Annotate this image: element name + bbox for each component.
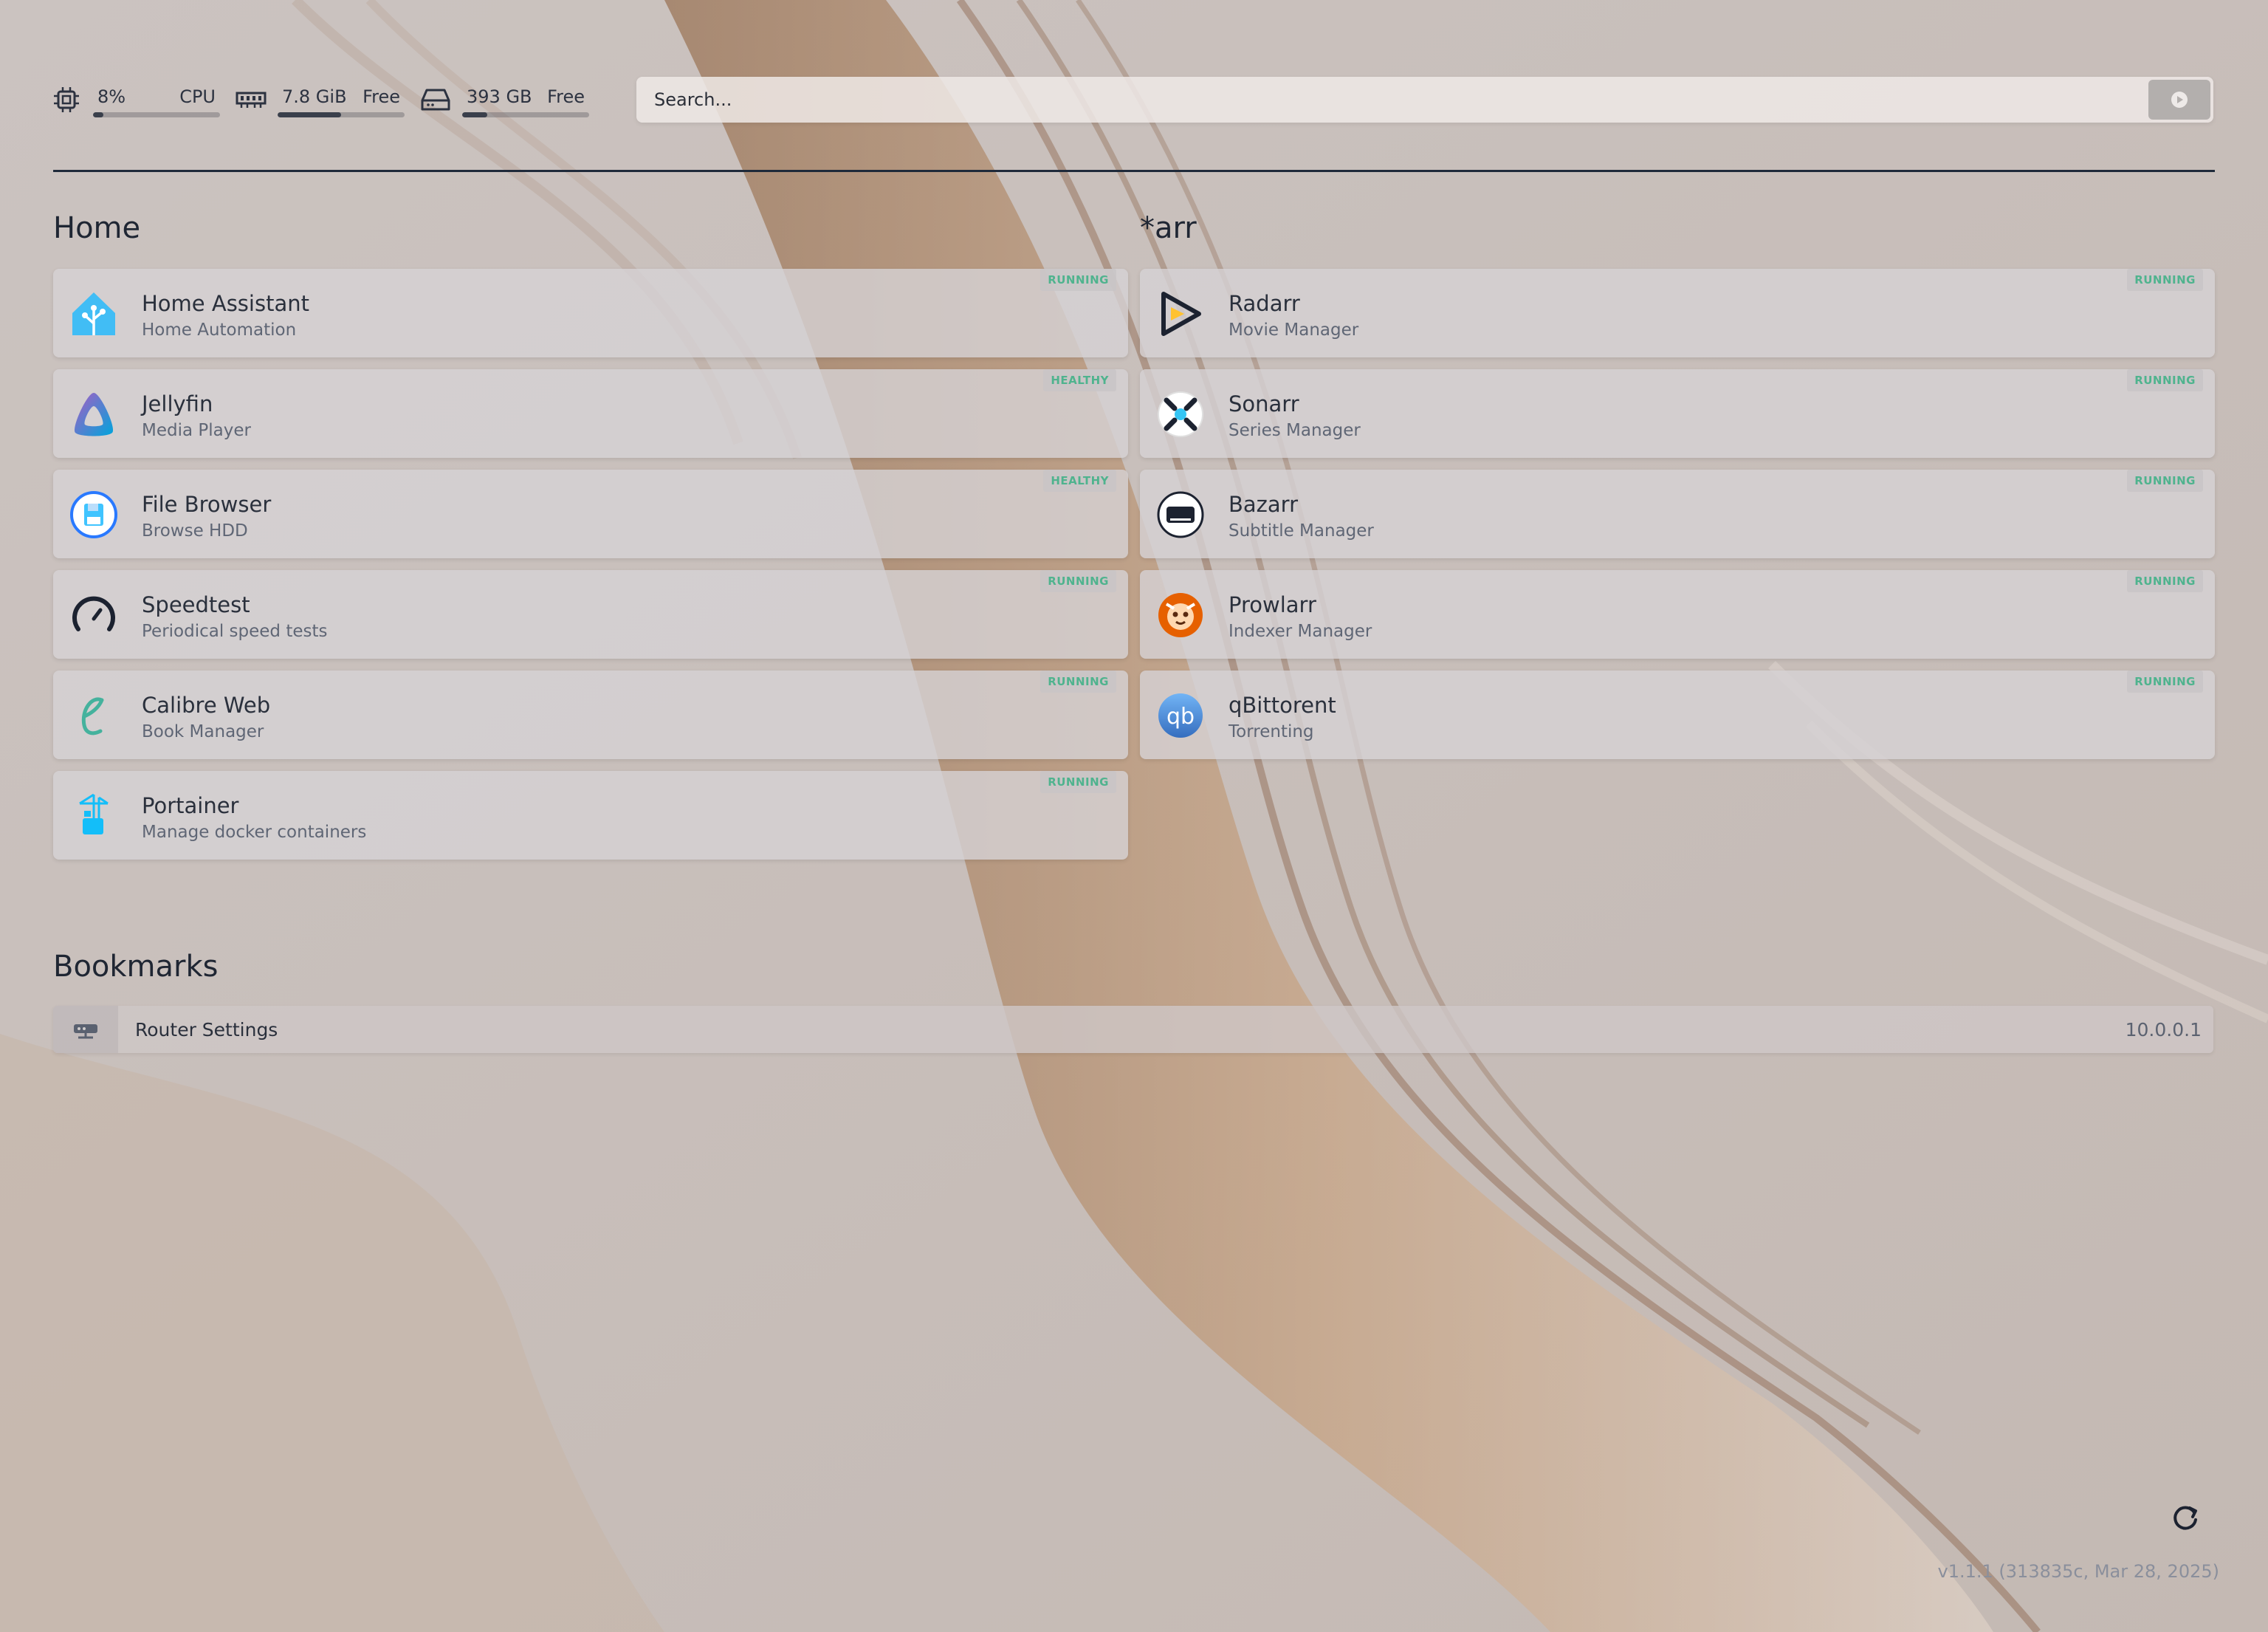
calibre-icon (68, 690, 120, 741)
service-card-sonarr[interactable]: Sonarr Series Manager RUNNING (1140, 369, 2215, 458)
service-card-radarr[interactable]: Radarr Movie Manager RUNNING (1140, 269, 2215, 357)
service-name: Radarr (1228, 291, 1300, 316)
service-card-bazarr[interactable]: Bazarr Subtitle Manager RUNNING (1140, 470, 2215, 558)
service-description: Torrenting (1228, 722, 1314, 741)
search-bar (636, 77, 2213, 123)
service-card-file-browser[interactable]: File Browser Browse HDD HEALTHY (53, 470, 1128, 558)
service-name: Bazarr (1228, 492, 1298, 517)
bookmark-name: Router Settings (135, 1019, 278, 1040)
status-badge: RUNNING (1040, 269, 1116, 291)
search-input[interactable] (636, 77, 2142, 123)
service-description: Home Automation (142, 320, 297, 340)
router-icon (53, 1006, 118, 1053)
service-description: Indexer Manager (1228, 622, 1372, 641)
group-title-arr: *arr (1140, 211, 1197, 245)
refresh-icon (2174, 1506, 2197, 1530)
service-description: Manage docker containers (142, 823, 367, 842)
disk-widget: 393 GB Free (462, 78, 589, 122)
jellyfin-icon (68, 388, 120, 440)
service-name: Speedtest (142, 592, 250, 617)
header-divider (53, 170, 2215, 172)
service-card-speedtest[interactable]: Speedtest Periodical speed tests RUNNING (53, 570, 1128, 659)
service-card-qbittorrent[interactable]: qb qBittorent Torrenting RUNNING (1140, 671, 2215, 759)
resource-widgets: 8% CPU 7.8 GiB Free 393 GB Free (49, 74, 602, 126)
qbittorrent-icon: qb (1155, 690, 1206, 741)
service-description: Subtitle Manager (1228, 521, 1374, 541)
group-title-bookmarks: Bookmarks (53, 950, 219, 984)
memory-widget: 7.8 GiB Free (278, 78, 405, 122)
memory-label: Free (362, 86, 400, 107)
service-name: qBittorent (1228, 693, 1336, 718)
status-badge: RUNNING (2127, 269, 2203, 291)
memory-icon (233, 82, 269, 117)
service-name: File Browser (142, 492, 272, 517)
service-name: Home Assistant (142, 291, 309, 316)
service-card-home-assistant[interactable]: Home Assistant Home Automation RUNNING (53, 269, 1128, 357)
memory-value: 7.8 GiB (282, 86, 347, 107)
status-badge: RUNNING (1040, 771, 1116, 793)
memory-usage-bar (278, 112, 405, 117)
disk-icon (418, 82, 453, 117)
prowlarr-icon (1155, 589, 1206, 641)
service-name: Jellyfin (142, 391, 213, 416)
disk-usage-bar (462, 112, 589, 117)
service-card-prowlarr[interactable]: Prowlarr Indexer Manager RUNNING (1140, 570, 2215, 659)
cpu-usage-bar (93, 112, 220, 117)
search-engine-button[interactable] (2148, 80, 2210, 120)
bazarr-icon (1155, 489, 1206, 541)
cpu-widget: 8% CPU (93, 78, 220, 122)
service-description: Periodical speed tests (142, 622, 328, 641)
file-browser-icon (68, 489, 120, 541)
qbittorrent-icon-text: qb (1166, 704, 1195, 730)
status-badge: HEALTHY (1043, 369, 1116, 391)
status-badge: RUNNING (2127, 570, 2203, 592)
cpu-icon (49, 82, 84, 117)
portainer-icon (68, 790, 120, 842)
disk-label: Free (547, 86, 585, 107)
bookmark-url: 10.0.0.1 (2125, 1019, 2202, 1040)
status-badge: RUNNING (2127, 369, 2203, 391)
sonarr-icon (1155, 388, 1206, 440)
service-description: Browse HDD (142, 521, 248, 541)
service-description: Book Manager (142, 722, 264, 741)
service-card-calibre-web[interactable]: Calibre Web Book Manager RUNNING (53, 671, 1128, 759)
service-name: Prowlarr (1228, 592, 1316, 617)
service-card-portainer[interactable]: Portainer Manage docker containers RUNNI… (53, 771, 1128, 860)
home-assistant-icon (68, 288, 120, 340)
radarr-icon (1155, 288, 1206, 340)
refresh-button[interactable] (2168, 1501, 2203, 1536)
cpu-value: 8% (97, 86, 126, 107)
status-badge: RUNNING (1040, 570, 1116, 592)
disk-value: 393 GB (467, 86, 532, 107)
version-label: v1.1.1 (313835c, Mar 28, 2025) (1937, 1561, 2219, 1582)
status-badge: RUNNING (2127, 470, 2203, 492)
search-engine-icon (2171, 92, 2188, 108)
service-card-jellyfin[interactable]: Jellyfin Media Player HEALTHY (53, 369, 1128, 458)
service-name: Calibre Web (142, 693, 271, 718)
status-badge: RUNNING (1040, 671, 1116, 693)
service-description: Media Player (142, 421, 251, 440)
status-badge: RUNNING (2127, 671, 2203, 693)
service-name: Portainer (142, 793, 239, 818)
speedometer-icon (68, 589, 120, 641)
service-description: Movie Manager (1228, 320, 1359, 340)
status-badge: HEALTHY (1043, 470, 1116, 492)
group-title-home: Home (53, 211, 141, 245)
service-description: Series Manager (1228, 421, 1361, 440)
bookmark-router-settings[interactable]: Router Settings 10.0.0.1 (53, 1006, 2213, 1053)
cpu-label: CPU (179, 86, 216, 107)
service-name: Sonarr (1228, 391, 1299, 416)
